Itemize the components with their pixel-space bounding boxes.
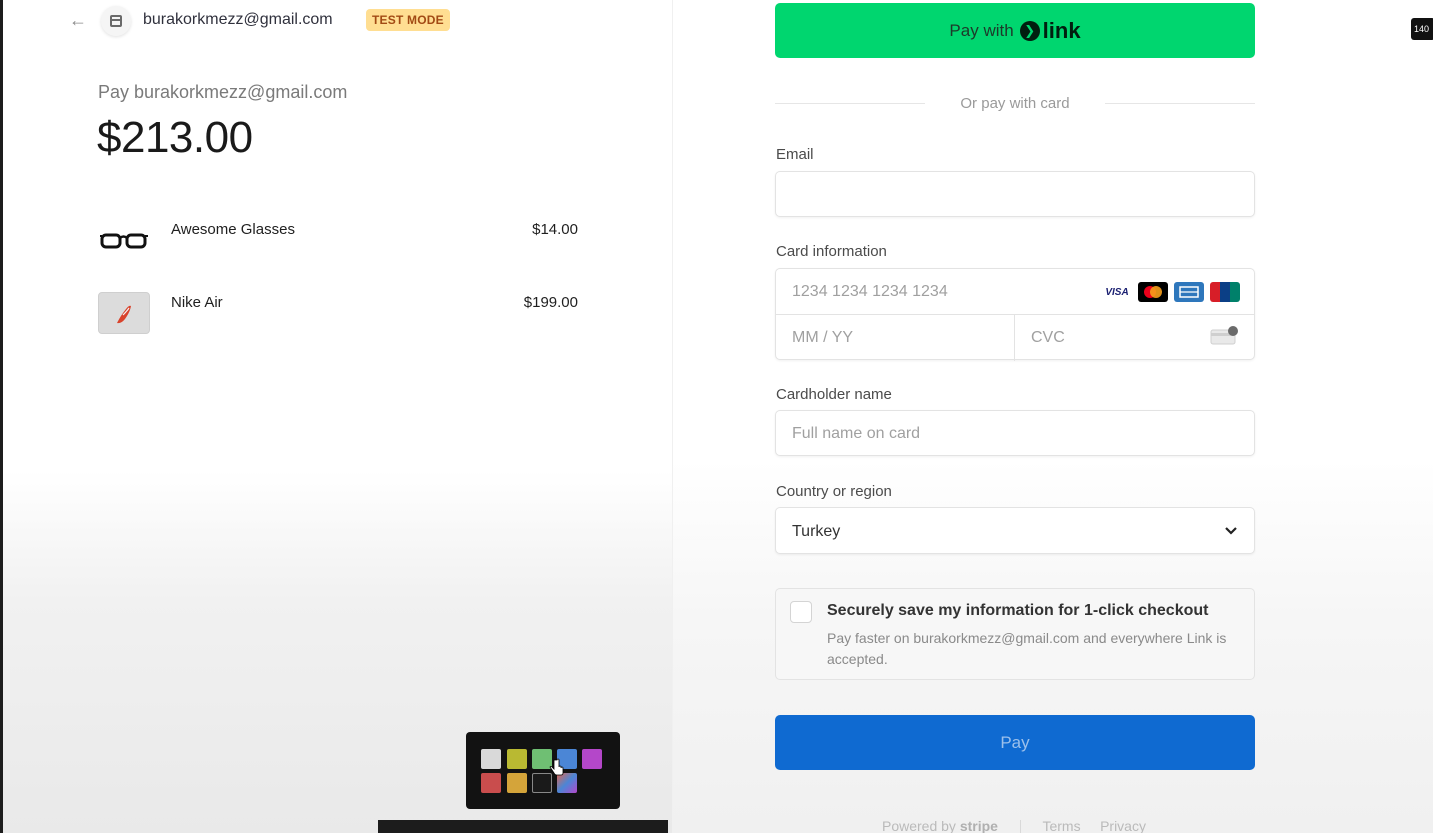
visa-icon: VISA: [1102, 282, 1132, 302]
glasses-icon: [98, 219, 150, 261]
merchant-name: burakorkmezz@gmail.com: [143, 11, 333, 28]
card-brand-logos: VISA: [1102, 282, 1240, 302]
pay-recipient-label: Pay burakorkmezz@gmail.com: [98, 82, 348, 102]
item-price: $199.00: [523, 294, 578, 311]
color-swatch[interactable]: [481, 749, 501, 769]
item-name: Awesome Glasses: [171, 221, 295, 238]
pay-with-link-button[interactable]: Pay with ❯ link: [775, 3, 1255, 58]
cvc-card-icon: [1210, 326, 1238, 345]
chevron-right-icon: ❯: [1019, 20, 1040, 41]
corner-badge: 140: [1411, 18, 1433, 40]
cvc-input[interactable]: CVC: [1015, 315, 1254, 361]
or-divider: Or pay with card: [775, 94, 1255, 114]
card-information-group: 1234 1234 1234 1234 VISA MM / YY CVC: [775, 268, 1255, 361]
amex-icon: [1174, 282, 1204, 302]
card-information-label: Card information: [776, 243, 887, 260]
taskbar-strip: [378, 820, 668, 833]
total-amount: $213.00: [97, 113, 253, 162]
expiry-input[interactable]: MM / YY: [776, 315, 1015, 361]
privacy-link[interactable]: Privacy: [1100, 818, 1146, 833]
color-palette-popup: [466, 732, 620, 809]
color-swatch[interactable]: [507, 773, 527, 793]
link-brand-text: link: [1042, 17, 1081, 43]
hand-cursor-icon: [549, 758, 564, 776]
footer: Powered by stripe Terms Privacy: [882, 818, 1146, 833]
link-logo: ❯ link: [1019, 17, 1081, 44]
color-swatch[interactable]: [481, 773, 501, 793]
pay-button-label: Pay: [1000, 732, 1030, 752]
link-button-label: Pay with: [949, 20, 1014, 40]
email-label: Email: [776, 146, 814, 163]
test-mode-badge: TEST MODE: [366, 9, 450, 31]
save-info-description: Pay faster on burakorkmezz@gmail.com and…: [827, 630, 1227, 667]
shoe-image: [98, 292, 150, 334]
color-swatch[interactable]: [507, 749, 527, 769]
country-select[interactable]: Turkey: [775, 507, 1255, 554]
terms-link[interactable]: Terms: [1042, 818, 1080, 833]
order-summary-pane: ← burakorkmezz@gmail.com TEST MODE Pay b…: [0, 0, 672, 833]
color-swatch[interactable]: [582, 749, 602, 769]
country-label: Country or region: [776, 483, 892, 500]
item-name: Nike Air: [171, 294, 223, 311]
line-item: Nike Air $199.00: [98, 292, 578, 336]
email-field[interactable]: [775, 171, 1255, 217]
arrow-left-icon[interactable]: ←: [69, 10, 89, 30]
save-info-box: Securely save my information for 1-click…: [775, 588, 1255, 680]
line-item: Awesome Glasses $14.00: [98, 219, 578, 263]
card-number-input[interactable]: 1234 1234 1234 1234 VISA: [776, 269, 1254, 315]
unionpay-icon: [1210, 282, 1240, 302]
cardholder-label: Cardholder name: [776, 386, 892, 403]
store-icon: [101, 6, 131, 36]
stripe-logo: stripe: [959, 818, 998, 833]
cardholder-name-input[interactable]: Full name on card: [775, 410, 1255, 456]
save-info-checkbox[interactable]: [790, 601, 812, 623]
item-price: $14.00: [532, 221, 578, 238]
pay-button[interactable]: Pay: [775, 715, 1255, 770]
chevron-down-icon: [1225, 527, 1237, 535]
summary-header: ← burakorkmezz@gmail.com TEST MODE: [3, 0, 675, 40]
powered-by-text: Powered by: [882, 818, 956, 833]
mastercard-icon: [1138, 282, 1168, 302]
save-info-title: Securely save my information for 1-click…: [827, 602, 1209, 619]
